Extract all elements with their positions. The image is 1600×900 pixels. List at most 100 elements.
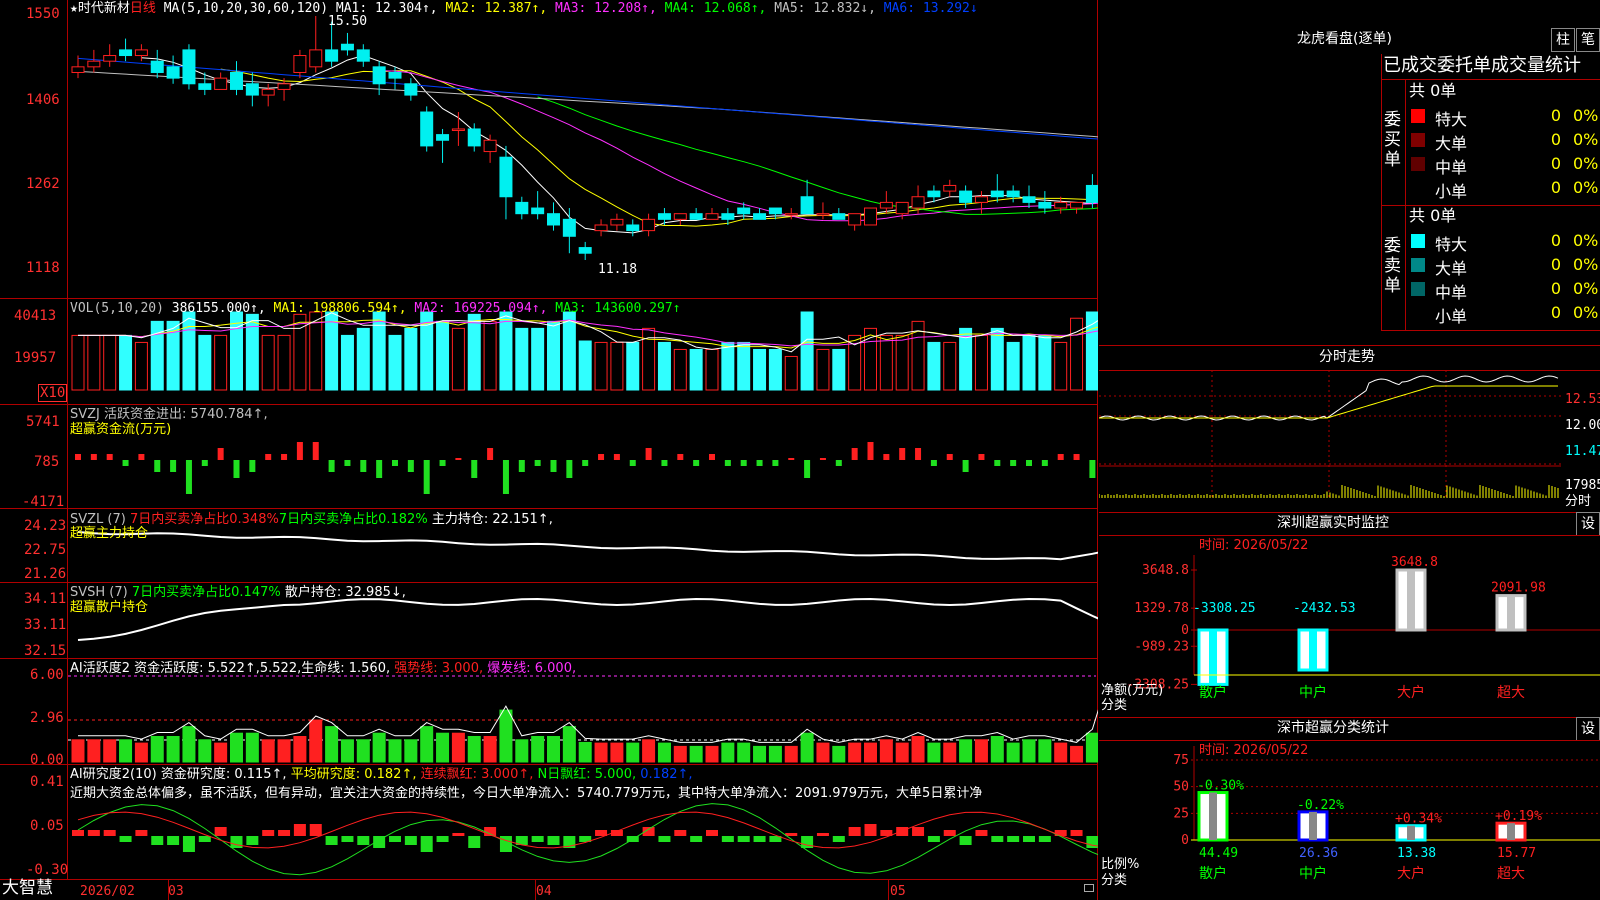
research-bar bbox=[293, 824, 306, 836]
sz-class-settings-button[interactable]: 设 bbox=[1576, 717, 1600, 741]
activity-bar bbox=[959, 739, 973, 763]
net-flow-bar bbox=[376, 460, 383, 478]
volume-bar bbox=[119, 334, 133, 391]
research-bar bbox=[1038, 836, 1051, 842]
candle-body bbox=[150, 60, 164, 73]
sz-class-unit: 比例% bbox=[1101, 857, 1140, 872]
research-bar bbox=[959, 836, 972, 845]
sell-total: 共 0单 bbox=[1409, 206, 1457, 225]
candle-body bbox=[1006, 190, 1020, 198]
net-flow-bar bbox=[867, 442, 874, 460]
period-label[interactable]: 日线 bbox=[130, 1, 156, 16]
research-bar bbox=[357, 836, 370, 845]
monitor-category-label: 中户 bbox=[1299, 684, 1327, 701]
activity-bar bbox=[816, 742, 830, 763]
candle-body bbox=[673, 213, 687, 220]
main-chart-area[interactable]: ★时代新材日线 MA(5,10,20,30,60,120) MA1: 12.30… bbox=[0, 0, 1098, 900]
activity-bar bbox=[848, 742, 862, 763]
candle-body bbox=[879, 201, 893, 209]
research-bar bbox=[912, 827, 925, 836]
net-flow-bar bbox=[360, 460, 367, 472]
net-flow-bar bbox=[1041, 460, 1048, 466]
candle-body bbox=[404, 83, 418, 96]
candle-body bbox=[832, 213, 846, 220]
candle-body bbox=[325, 49, 339, 62]
volume-bar bbox=[261, 334, 275, 391]
longhu-title: 龙虎看盘(逐单) bbox=[1297, 31, 1392, 47]
volume-bar bbox=[721, 341, 735, 391]
tick-view-button[interactable]: 笔 bbox=[1576, 28, 1600, 52]
research-bar bbox=[975, 830, 988, 836]
intraday-chart[interactable] bbox=[1099, 370, 1600, 512]
svzj-y-2: 785 bbox=[34, 454, 60, 470]
candle-body bbox=[103, 55, 117, 62]
net-flow-bar bbox=[75, 454, 81, 460]
candle-body bbox=[657, 213, 671, 220]
net-flow-bar bbox=[407, 460, 414, 472]
volume-bar bbox=[467, 313, 481, 391]
activity-bar bbox=[436, 732, 450, 763]
svsh-y-1: 34.11 bbox=[24, 591, 67, 607]
volume-bar bbox=[245, 313, 259, 391]
research-bar bbox=[1070, 830, 1083, 836]
lock-icon[interactable] bbox=[1084, 884, 1094, 892]
activity-bar bbox=[119, 739, 133, 763]
volume-bar bbox=[277, 334, 291, 391]
sell-row-l: 大单 0 0% bbox=[1407, 253, 1600, 278]
net-flow-bar bbox=[899, 448, 906, 460]
net-flow-bar bbox=[201, 460, 208, 466]
research-bar bbox=[278, 830, 291, 836]
svzl-y-1: 24.23 bbox=[24, 518, 67, 534]
net-flow-bar bbox=[281, 454, 288, 460]
column-view-button[interactable]: 柱 bbox=[1551, 28, 1575, 52]
svzl-y-2: 22.75 bbox=[24, 542, 67, 558]
volume-bar bbox=[451, 327, 465, 391]
ai2-y-1: 0.41 bbox=[30, 774, 64, 790]
brand-logo[interactable]: 大智慧 bbox=[2, 880, 53, 897]
fenshi-y-2: 12.00 bbox=[1565, 418, 1600, 433]
volume-bar bbox=[515, 327, 529, 391]
favorite-star-icon[interactable]: ★ bbox=[70, 1, 78, 16]
monitor-y-label: -989.23 bbox=[1134, 639, 1189, 654]
indicator-charts[interactable] bbox=[0, 0, 1098, 900]
activity-bar bbox=[547, 736, 560, 763]
stock-name[interactable]: 时代新材 bbox=[78, 1, 130, 16]
monitor-value-label: 3648.8 bbox=[1391, 555, 1438, 570]
activity-bar bbox=[1054, 742, 1068, 763]
swatch bbox=[1411, 157, 1425, 171]
activity-bar bbox=[372, 732, 386, 763]
volume-bar bbox=[87, 334, 101, 391]
ma6-value: MA6: 13.292↓ bbox=[883, 1, 978, 16]
candle-body bbox=[562, 218, 576, 237]
net-flow-bar bbox=[661, 460, 668, 466]
class-value-label: 44.49 bbox=[1199, 846, 1238, 861]
monitor-category-label: 大户 bbox=[1397, 684, 1425, 701]
fenshi-y-3: 11.47 bbox=[1565, 444, 1600, 459]
net-flow-bar bbox=[170, 460, 177, 472]
volume-bar bbox=[1022, 334, 1036, 391]
svzl-sub: 超赢主力持仓 bbox=[70, 526, 149, 541]
sz-monitor-settings-button[interactable]: 设 bbox=[1576, 512, 1600, 536]
net-flow-bar bbox=[598, 454, 605, 460]
volume-bar bbox=[578, 340, 592, 391]
net-flow-bar bbox=[312, 442, 319, 460]
activity-bar bbox=[1022, 739, 1036, 763]
volume-bar bbox=[657, 341, 671, 391]
candle-body bbox=[499, 156, 513, 198]
main-holding-line bbox=[77, 531, 1098, 561]
volume-bar bbox=[436, 320, 450, 391]
activity-bar bbox=[943, 742, 957, 763]
research-bar bbox=[864, 824, 877, 836]
research-bar bbox=[404, 836, 417, 845]
candle-body bbox=[784, 213, 798, 216]
research-bar bbox=[706, 830, 718, 836]
candle-body bbox=[230, 71, 243, 90]
net-flow-bar bbox=[978, 454, 985, 460]
net-flow-bar bbox=[328, 460, 335, 472]
kline-title: ★时代新材日线 MA(5,10,20,30,60,120) MA1: 12.30… bbox=[70, 1, 978, 16]
net-flow-bar bbox=[835, 460, 842, 466]
x-date-2: 03 bbox=[168, 884, 184, 899]
volume-bar bbox=[594, 341, 608, 391]
candle-body bbox=[737, 207, 751, 215]
activity-bar bbox=[753, 745, 767, 763]
